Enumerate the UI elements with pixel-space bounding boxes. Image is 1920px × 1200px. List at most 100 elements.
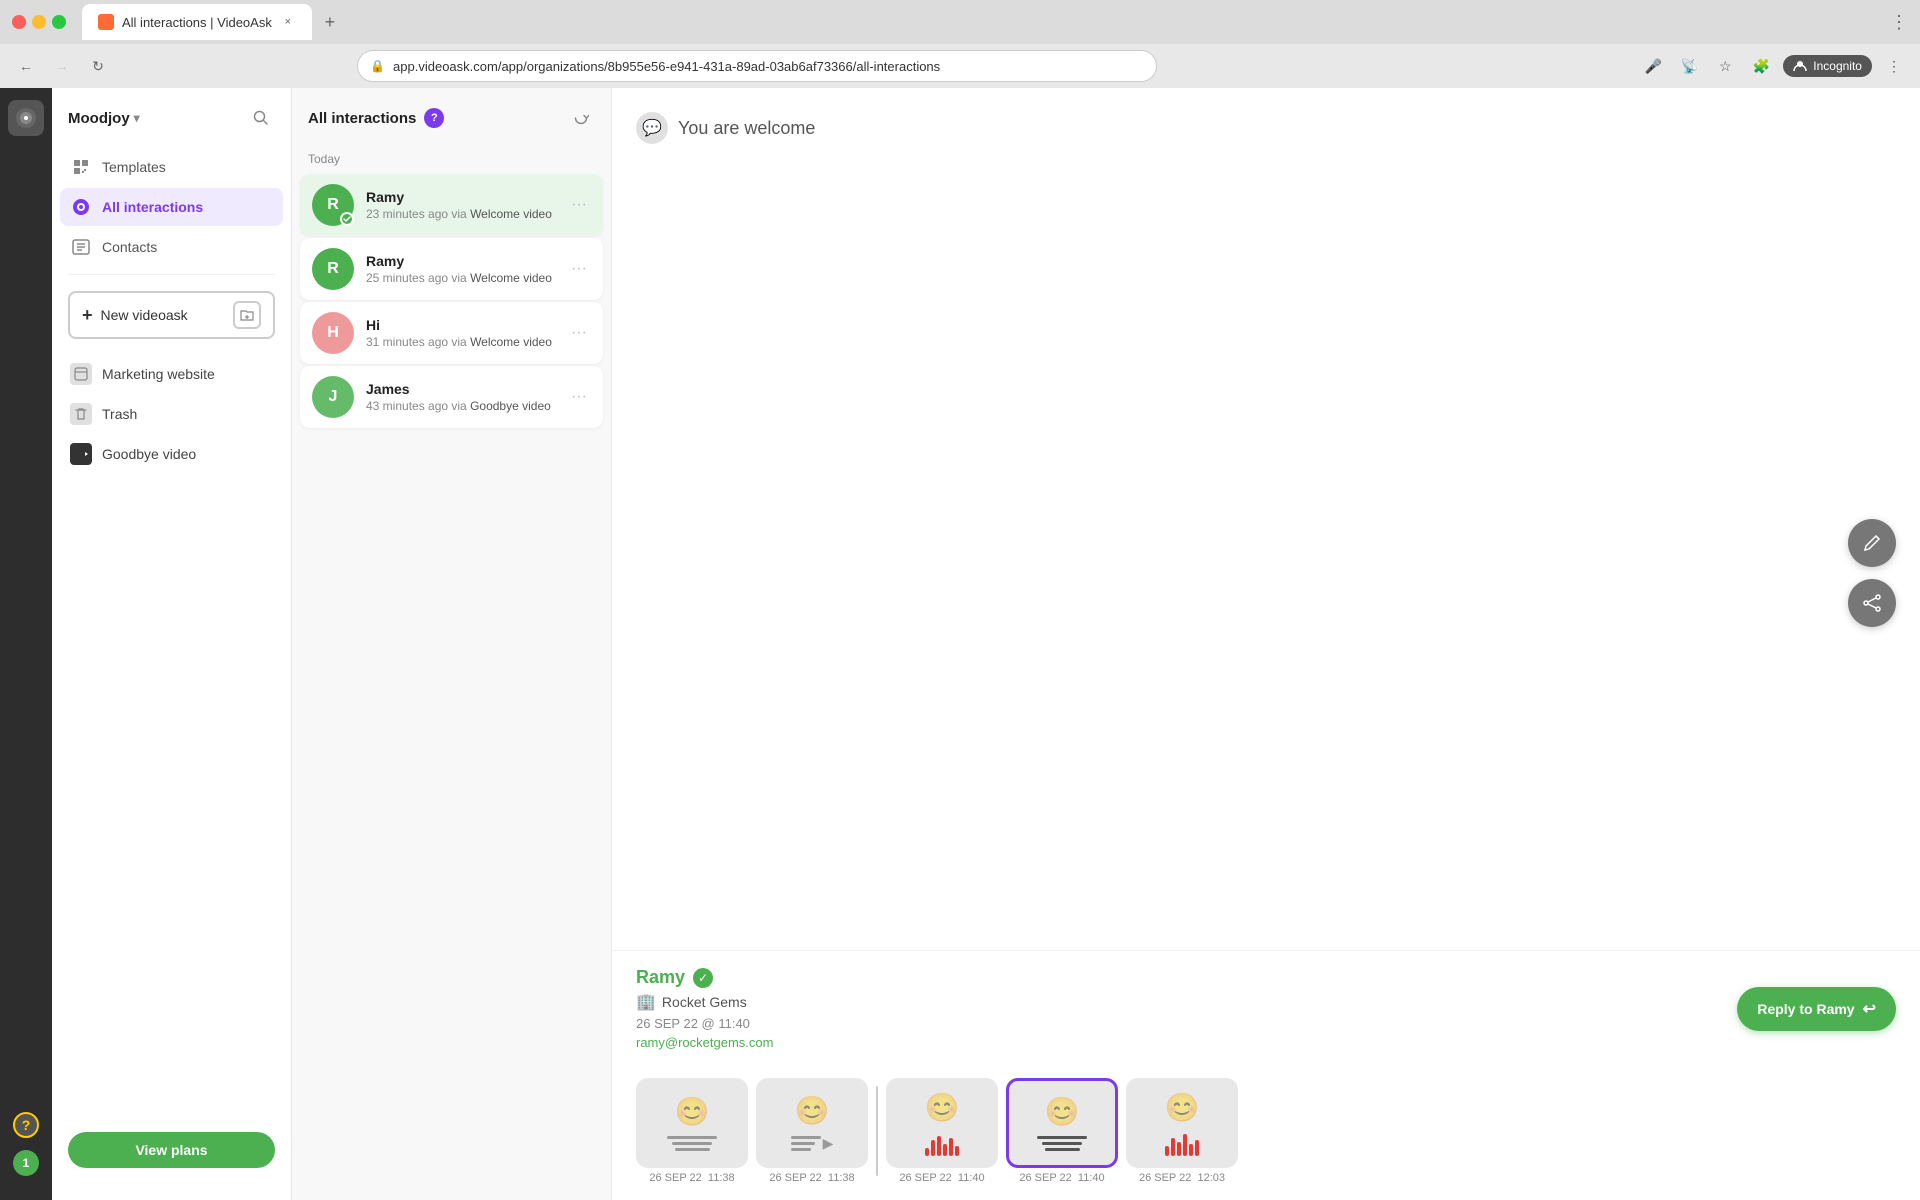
address-bar[interactable]: 🔒 app.videoask.com/app/organizations/8b9… (357, 50, 1157, 82)
sidebar-item-trash[interactable]: Trash ··· (60, 395, 283, 433)
tab-favicon (98, 14, 114, 30)
folder-add-icon[interactable] (233, 301, 261, 329)
refresh-button[interactable]: ↻ (84, 52, 112, 80)
interaction-name-0: Ramy (366, 189, 555, 205)
sidebar-item-marketing-website[interactable]: Marketing website ··· (60, 355, 283, 393)
interactions-title: All interactions ? (308, 108, 444, 128)
interaction-link-2[interactable]: Welcome video (470, 335, 552, 349)
contact-email[interactable]: ramy@rocketgems.com (636, 1035, 773, 1050)
bookmark-icon[interactable]: ☆ (1711, 52, 1739, 80)
interaction-item-0[interactable]: R Ramy 23 minutes ago via Welcome video … (300, 174, 603, 236)
templates-icon (70, 156, 92, 178)
avatar-initial-3: J (329, 388, 338, 406)
search-button[interactable] (247, 104, 275, 132)
close-window-button[interactable] (12, 15, 26, 29)
sidebar-nav: Templates All interactions Contacts (52, 148, 291, 266)
lock-icon: 🔒 (370, 59, 385, 73)
avatar-0: R (312, 184, 354, 226)
back-button[interactable]: ← (12, 52, 40, 80)
interaction-more-0[interactable]: ··· (567, 192, 591, 218)
thumb-face-3: 😊 (1045, 1095, 1080, 1128)
thumb-lines-0 (667, 1136, 717, 1151)
interaction-more-3[interactable]: ··· (567, 384, 591, 410)
video-thumb-2[interactable]: 😊 26 SEP 22 11:40 (886, 1078, 998, 1184)
sidebar-header: Moodjoy ▾ (52, 104, 291, 148)
notification-badge[interactable]: 1 (13, 1150, 39, 1176)
interaction-link-1[interactable]: Welcome video (470, 271, 552, 285)
bar2-0 (1165, 1146, 1169, 1156)
active-tab[interactable]: All interactions | VideoAsk × (82, 4, 312, 40)
interaction-meta-2: 31 minutes ago via Welcome video (366, 335, 555, 349)
reply-button-label: Reply to Ramy (1757, 1001, 1854, 1017)
all-interactions-label: All interactions (102, 199, 203, 215)
new-videoask-container: + New videoask (52, 283, 291, 347)
contacts-label: Contacts (102, 239, 157, 255)
sidebar-item-templates[interactable]: Templates (60, 148, 283, 186)
sidebar-item-all-interactions[interactable]: All interactions (60, 188, 283, 226)
main-sidebar: Moodjoy ▾ Templates All interactions (52, 88, 292, 1200)
chrome-menu-icon[interactable]: ⋮ (1890, 12, 1908, 33)
new-tab-button[interactable]: + (316, 8, 344, 36)
sidebar-item-contacts[interactable]: Contacts (60, 228, 283, 266)
interactions-help-button[interactable]: ? (424, 108, 444, 128)
trash-icon (70, 403, 92, 425)
chrome-settings-icon[interactable]: ⋮ (1880, 52, 1908, 80)
bar-3 (943, 1144, 947, 1156)
cast-icon[interactable]: 📡 (1675, 52, 1703, 80)
thumb-line-e (1042, 1142, 1082, 1145)
interaction-name-3: James (366, 381, 555, 397)
view-plans-button[interactable]: View plans (68, 1132, 275, 1168)
templates-label: Templates (102, 159, 166, 175)
interaction-link-3[interactable]: Goodbye video (470, 399, 551, 413)
help-button[interactable]: ? (13, 1112, 39, 1138)
interaction-info-1: Ramy 25 minutes ago via Welcome video (366, 253, 555, 285)
org-name[interactable]: Moodjoy ▾ (68, 110, 140, 127)
interaction-link-0[interactable]: Welcome video (470, 207, 552, 221)
thumb-date-1: 26 SEP 22 11:38 (756, 1172, 868, 1184)
app-avatar[interactable] (8, 100, 44, 136)
interaction-meta-0: 23 minutes ago via Welcome video (366, 207, 555, 221)
tab-close-button[interactable]: × (280, 14, 296, 30)
video-thumb-4[interactable]: 😊 26 SEP 22 12:03 (1126, 1078, 1238, 1184)
video-thumb-3[interactable]: 😊 26 SEP 22 11:40 (1006, 1078, 1118, 1184)
interactions-refresh-button[interactable] (567, 104, 595, 132)
video-thumb-1[interactable]: 😊 ▶ 26 SEP 22 11:38 (756, 1078, 868, 1184)
edit-action-button[interactable] (1848, 519, 1896, 567)
thumb-img-0: 😊 (636, 1078, 748, 1168)
goodbye-video-icon (70, 443, 92, 465)
minimize-window-button[interactable] (32, 15, 46, 29)
bar2-1 (1171, 1138, 1175, 1156)
reply-button[interactable]: Reply to Ramy ↩ (1737, 987, 1896, 1031)
interactions-header: All interactions ? (292, 88, 611, 148)
interaction-item-2[interactable]: H Hi 31 minutes ago via Welcome video ··… (300, 302, 603, 364)
sidebar-folders: Marketing website ··· Trash ··· Goodbye … (52, 355, 291, 473)
interaction-more-2[interactable]: ··· (567, 320, 591, 346)
new-videoask-button[interactable]: + New videoask (68, 291, 275, 339)
thumb-face-1: 😊 (795, 1094, 830, 1127)
share-action-button[interactable] (1848, 579, 1896, 627)
video-thumb-0[interactable]: 😊 26 SEP 22 11:38 (636, 1078, 748, 1184)
forward-button[interactable]: → (48, 52, 76, 80)
thumb-bars-4 (1165, 1132, 1199, 1156)
thumb-lines-3 (1037, 1136, 1087, 1151)
interaction-item-1[interactable]: R Ramy 25 minutes ago via Welcome video … (300, 238, 603, 300)
interaction-more-1[interactable]: ··· (567, 256, 591, 282)
interactions-title-text: All interactions (308, 110, 416, 127)
bar-5 (955, 1146, 959, 1156)
thumb-divider (876, 1086, 878, 1176)
incognito-button[interactable]: Incognito (1783, 55, 1872, 77)
interaction-item-3[interactable]: J James 43 minutes ago via Goodbye video… (300, 366, 603, 428)
thumb-bars-2 (925, 1132, 959, 1156)
company-name: Rocket Gems (662, 994, 747, 1010)
maximize-window-button[interactable] (52, 15, 66, 29)
video-preview-area: 💬 You are welcome (612, 88, 1920, 950)
microphone-icon[interactable]: 🎤 (1639, 52, 1667, 80)
thumb-date-3: 26 SEP 22 11:40 (1006, 1172, 1118, 1184)
interaction-name-1: Ramy (366, 253, 555, 269)
sidebar-divider-1 (68, 274, 275, 275)
extensions-icon[interactable]: 🧩 (1747, 52, 1775, 80)
thumb-arrow-icon: ▶ (823, 1135, 834, 1152)
sidebar-item-goodbye-video[interactable]: Goodbye video ··· (60, 435, 283, 473)
contact-company: 🏢 Rocket Gems (636, 992, 773, 1012)
contact-info-bar: Ramy ✓ 🏢 Rocket Gems 26 SEP 22 @ 11:40 r… (612, 950, 1920, 1066)
